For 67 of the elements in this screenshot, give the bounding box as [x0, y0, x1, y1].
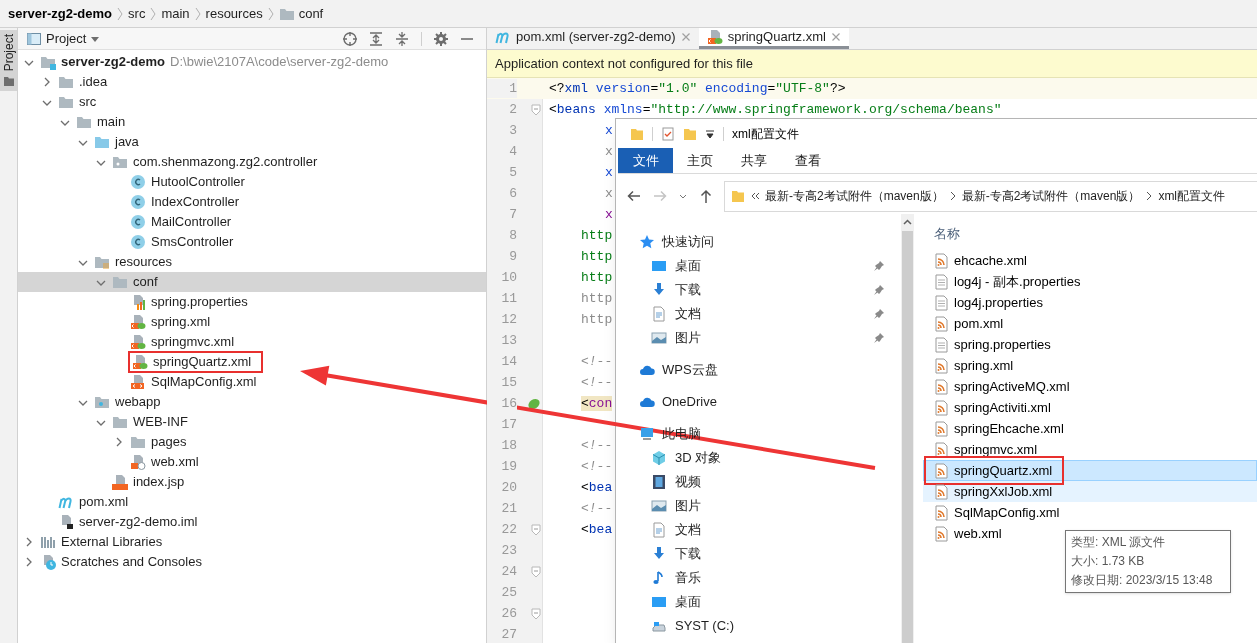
- tree-label: External Libraries: [61, 533, 163, 552]
- file-name: log4j.properties: [954, 293, 1043, 312]
- tree-label: HutoolController: [151, 173, 245, 192]
- tree-label: server-zg2-demo.iml: [79, 513, 198, 532]
- code-line: x: [604, 142, 613, 161]
- tree-label: web.xml: [151, 453, 199, 472]
- code-line: x: [604, 184, 613, 203]
- code-line: x: [604, 121, 613, 140]
- tree-label: pages: [151, 433, 187, 452]
- file-name: spring.properties: [954, 335, 1051, 354]
- code-line: http: [580, 226, 613, 245]
- tree-label: MailController: [151, 213, 232, 232]
- tree-label: main: [97, 113, 126, 132]
- tree-label: Scratches and Consoles: [61, 553, 202, 572]
- tree-label: spring.properties: [151, 293, 248, 312]
- tree-label: pom.xml: [79, 493, 129, 512]
- tree-label: resources: [115, 253, 173, 272]
- tree-label: spring.xml: [151, 313, 211, 332]
- code-line: <?xml version="1.0" encoding="UTF-8"?>: [548, 79, 846, 98]
- tooltip-line: 大小: 1.73 KB: [1071, 553, 1146, 570]
- file-name: SqlMapConfig.xml: [954, 503, 1060, 522]
- tree-label: index.jsp: [133, 473, 185, 492]
- tree-label: src: [79, 93, 97, 112]
- tree-label: IndexController: [151, 193, 240, 212]
- tree-label: springmvc.xml: [151, 333, 235, 352]
- file-name: springEhcache.xml: [954, 419, 1064, 438]
- tooltip-line: 类型: XML 源文件: [1071, 534, 1167, 551]
- file-name: springActiveMQ.xml: [954, 377, 1070, 396]
- tooltip-line: 修改日期: 2023/3/15 13:48: [1071, 572, 1214, 589]
- project-path: D:\bwie\2107A\code\server-zg2-demo: [170, 53, 389, 72]
- code-line: <beans xmlns="http://www.springframework.org/schema/beans": [548, 100, 1002, 119]
- tree-label: .idea: [79, 73, 108, 92]
- file-name: pom.xml: [954, 314, 1004, 333]
- code-line: <con: [580, 394, 613, 413]
- file-name: log4j - 副本.properties: [954, 272, 1081, 291]
- file-name: spring.xml: [954, 356, 1014, 375]
- code-line: <!--: [580, 457, 613, 476]
- tree-label: WEB-INF: [133, 413, 188, 432]
- tree-label: java: [115, 133, 139, 152]
- window-title: xml配置文件: [732, 125, 799, 143]
- file-name: springQuartz.xml: [954, 461, 1053, 480]
- file-name: springmvc.xml: [954, 440, 1038, 459]
- code-line: http: [580, 289, 613, 308]
- code-line: <!--: [580, 352, 613, 371]
- tree-label: conf: [133, 273, 158, 292]
- file-name: web.xml: [954, 524, 1002, 543]
- code-line: <!--: [580, 373, 613, 392]
- code-line: x: [604, 205, 613, 224]
- line-number: 1: [487, 78, 517, 99]
- tree-label: SqlMapConfig.xml: [151, 373, 257, 392]
- file-name: springXxlJob.xml: [954, 482, 1053, 501]
- code-line: <bea: [580, 520, 613, 539]
- file-name: springActiviti.xml: [954, 398, 1051, 417]
- notification-banner: Application context not configured for this file: [487, 50, 1257, 78]
- code-line: <bea: [580, 478, 613, 497]
- code-line: http: [580, 247, 613, 266]
- tree-label: com.shenmazong.zg2.controller: [133, 153, 318, 172]
- code-line: http: [580, 268, 613, 287]
- tree-label: server-zg2-demo: [61, 53, 166, 72]
- code-line: <!--: [580, 499, 613, 518]
- tree-label: webapp: [115, 393, 161, 412]
- code-line: <!--: [580, 436, 613, 455]
- code-line: x: [604, 163, 613, 182]
- file-name: ehcache.xml: [954, 251, 1027, 270]
- tree-label: springQuartz.xml: [153, 353, 252, 372]
- code-line: http: [580, 310, 613, 329]
- tree-label: SmsController: [151, 233, 234, 252]
